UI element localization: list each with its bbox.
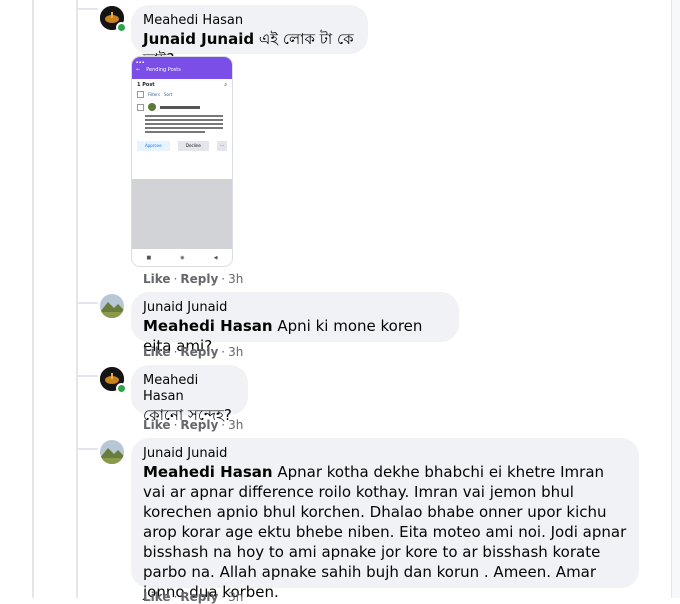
- comment-body: Apnar kotha dekhe bhabchi ei khetre Imra…: [143, 463, 627, 601]
- scrollbar-track[interactable]: [671, 0, 680, 598]
- avatar-landscape-icon: [100, 440, 124, 464]
- thread-connector: [76, 302, 98, 304]
- post-text-lines: [145, 115, 227, 133]
- comment-actions: Like · Reply · 3h: [143, 272, 244, 286]
- comment-bubble: Junaid Junaid Meahedi Hasan Apnar kotha …: [131, 438, 639, 601]
- more-button: ···: [217, 141, 227, 151]
- approve-button: Approve: [137, 141, 170, 151]
- thread-connector: [76, 375, 98, 377]
- comment-author[interactable]: Meahedi Hasan: [143, 373, 236, 405]
- decline-button: Decline: [177, 141, 209, 151]
- pending-posts-title: Pending Posts: [146, 67, 181, 73]
- reply-link[interactable]: Reply: [180, 418, 218, 432]
- back-arrow-icon: ←: [136, 67, 141, 73]
- online-indicator: [116, 383, 127, 394]
- reply-link[interactable]: Reply: [180, 590, 218, 604]
- thread-line-outer: [32, 0, 34, 598]
- mention-link[interactable]: Meahedi Hasan: [143, 463, 273, 481]
- nav-recents-icon: ■: [146, 254, 152, 261]
- sort-chip: Sort: [164, 91, 173, 97]
- nav-home-icon: ◉: [180, 254, 185, 261]
- comment-attachment-image[interactable]: ▪ ▪ ▪ ← Pending Posts 1 Post ⌕ Filters Sort…: [131, 56, 233, 267]
- attachment-gray-area: [132, 179, 232, 249]
- thread-connector: [76, 448, 98, 450]
- comment-actions: Like · Reply · 3h: [143, 418, 244, 432]
- like-link[interactable]: Like: [143, 418, 171, 432]
- like-link[interactable]: Like: [143, 590, 171, 604]
- comment-actions: Like · Reply · 3h: [143, 345, 244, 359]
- checkbox: [137, 91, 144, 98]
- like-link[interactable]: Like: [143, 345, 171, 359]
- comment-bubble: Junaid Junaid Meahedi Hasan Apni ki mone…: [131, 292, 459, 355]
- reply-link[interactable]: Reply: [180, 272, 218, 286]
- search-icon: ⌕: [224, 82, 227, 88]
- avatar-landscape-icon: [100, 294, 124, 318]
- post-count: 1 Post: [137, 82, 155, 88]
- poster-avatar: [148, 103, 156, 111]
- mention-link[interactable]: Meahedi Hasan: [143, 317, 273, 335]
- comment-bubble: Meahedi Hasan কোনো সন্দেহ?: [131, 365, 248, 424]
- nav-back-icon: ◀: [213, 254, 218, 261]
- pending-posts-body: 1 Post ⌕ Filters Sort Approve Decline ···: [132, 79, 232, 154]
- timestamp-link[interactable]: 3h: [228, 345, 243, 359]
- reply-link[interactable]: Reply: [180, 345, 218, 359]
- avatar[interactable]: [100, 294, 124, 318]
- pending-posts-header: ▪ ▪ ▪ ← Pending Posts: [132, 57, 232, 79]
- comment-actions: Like · Reply · 3h: [143, 590, 244, 604]
- comment-author[interactable]: Junaid Junaid: [143, 446, 627, 462]
- timestamp-link[interactable]: 3h: [228, 272, 243, 286]
- phone-nav-bar: ■ ◉ ◀: [132, 249, 232, 266]
- poster-name: [160, 105, 200, 109]
- online-indicator: [116, 22, 127, 33]
- filters-chip: Filters: [148, 91, 160, 97]
- thread-connector: [76, 8, 98, 10]
- timestamp-link[interactable]: 3h: [228, 590, 243, 604]
- checkbox: [137, 103, 144, 111]
- thread-line-inner: [76, 0, 78, 598]
- comment-author[interactable]: Meahedi Hasan: [143, 13, 356, 29]
- like-link[interactable]: Like: [143, 272, 171, 286]
- avatar[interactable]: [100, 440, 124, 464]
- timestamp-link[interactable]: 3h: [228, 418, 243, 432]
- comment-bubble: Meahedi Hasan Junaid Junaid এই লোক টা কে…: [131, 5, 368, 68]
- comment-text: Meahedi Hasan Apnar kotha dekhe bhabchi …: [143, 462, 627, 602]
- comment-author[interactable]: Junaid Junaid: [143, 300, 447, 316]
- mention-link[interactable]: Junaid Junaid: [143, 30, 254, 48]
